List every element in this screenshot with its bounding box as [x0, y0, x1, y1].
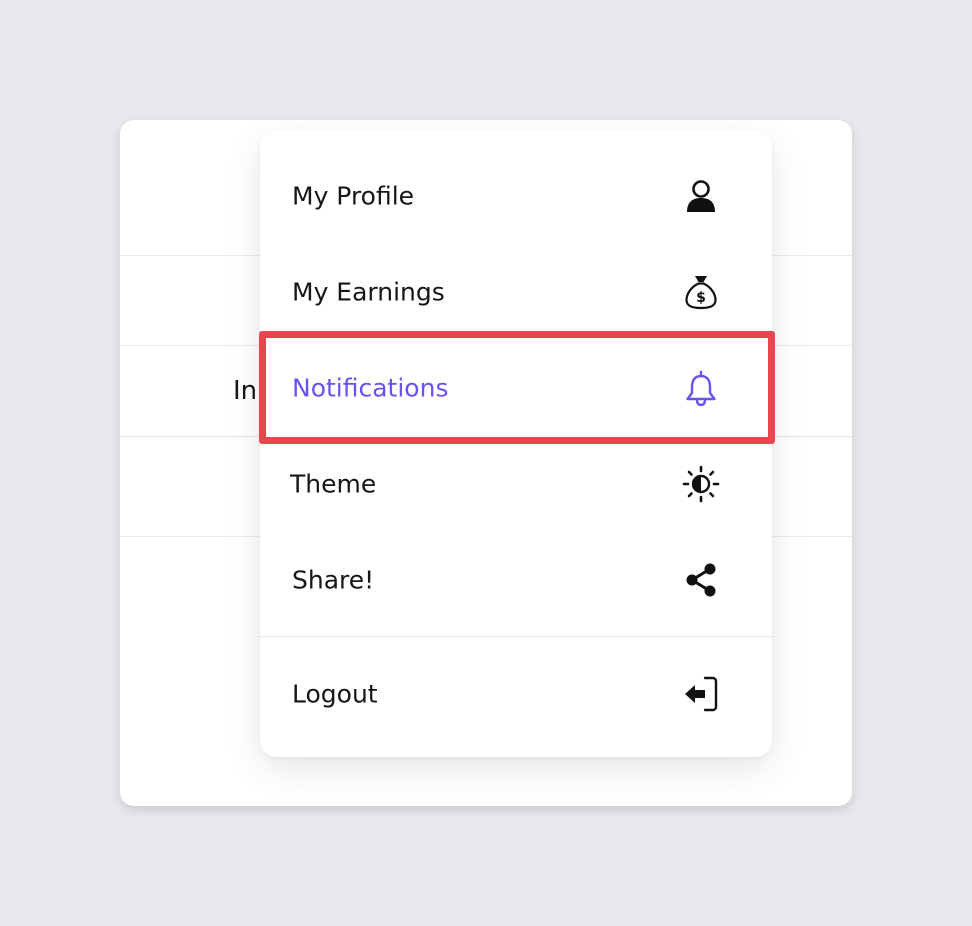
bell-icon [682, 369, 720, 407]
background-row-label: In [233, 376, 258, 406]
menu-item-my-profile[interactable]: My Profile [260, 148, 772, 244]
menu-item-share[interactable]: Share! [260, 532, 772, 628]
menu-item-logout[interactable]: Logout [260, 646, 772, 742]
user-icon [682, 177, 720, 215]
menu-item-label: Share! [292, 565, 375, 595]
menu-item-label: My Earnings [292, 277, 445, 307]
money-bag-icon: $ [682, 273, 720, 311]
user-dropdown-menu: My Profile My Earnings $ Notifications T… [260, 131, 772, 757]
menu-item-label: Notifications [292, 373, 449, 403]
svg-text:$: $ [696, 290, 706, 306]
menu-item-theme[interactable]: Theme [260, 436, 772, 532]
menu-item-label: Logout [292, 679, 378, 709]
menu-divider [260, 636, 772, 637]
menu-item-notifications[interactable]: Notifications [260, 340, 772, 436]
menu-item-my-earnings[interactable]: My Earnings $ [260, 244, 772, 340]
theme-icon [682, 465, 720, 503]
menu-item-label: My Profile [292, 181, 415, 211]
logout-icon [682, 675, 720, 713]
menu-item-label: Theme [290, 469, 377, 499]
share-icon [682, 561, 720, 599]
